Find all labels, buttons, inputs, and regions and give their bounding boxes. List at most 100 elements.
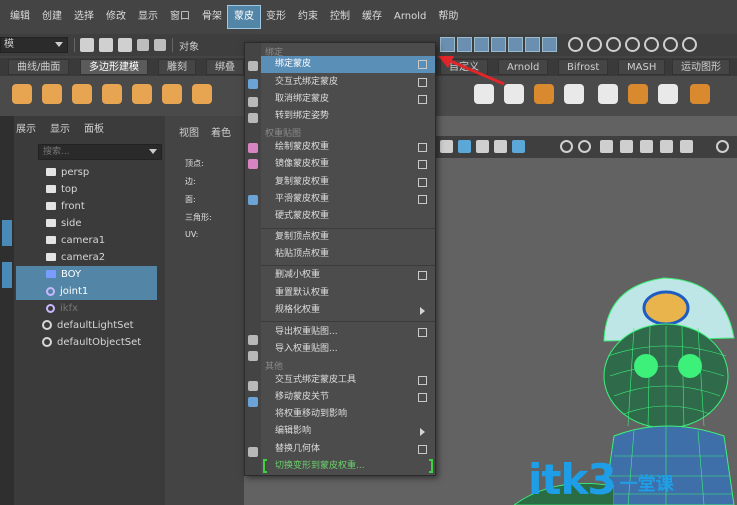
menu-item-paste-vertex-weights[interactable]: 粘贴顶点权重 — [261, 246, 435, 263]
menu-constrain[interactable]: 约束 — [292, 6, 324, 28]
viewport-menu-view[interactable]: 视图 — [179, 124, 199, 139]
antialias-icon[interactable] — [620, 140, 633, 153]
menu-skin[interactable]: 蒙皮 — [227, 5, 261, 29]
menu-item-move-weights-to-influences[interactable]: 将权重移动到影响 — [261, 406, 435, 423]
menu-item-mirror-skin-weights[interactable]: 镜像蒙皮权重 — [261, 156, 435, 173]
menu-item-interactive-bind-skin-tool[interactable]: 交互式绑定蒙皮工具 — [261, 372, 435, 389]
menu-item-reset-weights-to-default[interactable]: 重置默认权重 — [261, 285, 435, 302]
snap-live-icon[interactable] — [525, 37, 540, 52]
snap-grid-icon[interactable] — [440, 37, 455, 52]
poly-cube-icon[interactable] — [42, 84, 62, 104]
menu-item-copy-vertex-weights[interactable]: 复制顶点权重 — [261, 229, 435, 246]
option-box-icon[interactable] — [418, 271, 427, 280]
menu-skeleton[interactable]: 骨架 — [196, 6, 228, 28]
outliner-row-top[interactable]: top — [16, 181, 157, 198]
shelf-tab-rigging[interactable]: 绑叠 — [206, 59, 244, 75]
option-box-icon[interactable] — [418, 195, 427, 204]
camera-attr-icon[interactable] — [440, 140, 453, 153]
outliner-row-camera1[interactable]: camera1 — [16, 232, 157, 249]
outliner-row-persp[interactable]: persp — [16, 164, 157, 181]
open-scene-icon[interactable] — [99, 38, 113, 52]
poly-plane-icon[interactable] — [162, 84, 182, 104]
menu-deform[interactable]: 变形 — [260, 6, 292, 28]
poly-target-weld-icon[interactable] — [628, 84, 648, 104]
ambient-occlusion-icon[interactable] — [600, 140, 613, 153]
object-mode-label[interactable]: 对象 — [179, 38, 199, 53]
poly-cone-icon[interactable] — [102, 84, 122, 104]
menu-item-prune-small-weights[interactable]: 删减小权重 — [261, 267, 435, 284]
option-box-icon[interactable] — [418, 78, 427, 87]
poly-merge-icon[interactable] — [658, 84, 678, 104]
lighting-icon[interactable] — [560, 140, 573, 153]
select-tool-icon[interactable] — [2, 220, 12, 246]
option-box-icon[interactable] — [418, 95, 427, 104]
outliner-search-input[interactable]: 搜索... — [38, 144, 162, 160]
poly-bridge-icon[interactable] — [504, 84, 524, 104]
poly-bevel-icon[interactable] — [474, 84, 494, 104]
menu-item-paint-skin-weights[interactable]: 绘制蒙皮权重 — [261, 139, 435, 156]
render-icon[interactable] — [587, 37, 602, 52]
snap-curve-icon[interactable] — [457, 37, 472, 52]
ipr-render-icon[interactable] — [606, 37, 621, 52]
menu-help[interactable]: 帮助 — [432, 6, 464, 28]
menu-item-move-skinned-joints[interactable]: 移动蒙皮关节 — [261, 389, 435, 406]
move-tool-icon[interactable] — [2, 262, 12, 288]
shelf-tab-motion-graphics[interactable]: 运动图形 — [672, 59, 730, 75]
save-scene-icon[interactable] — [118, 38, 132, 52]
outliner-menu-edit[interactable]: 展示 — [16, 120, 36, 136]
poly-multi-cut-icon[interactable] — [598, 84, 618, 104]
menu-display[interactable]: 显示 — [132, 6, 164, 28]
menu-item-normalize-weights[interactable]: 规格化权重 — [261, 302, 435, 319]
wireframe-icon[interactable] — [458, 140, 471, 153]
outliner-row-front[interactable]: front — [16, 198, 157, 215]
menu-arnold[interactable]: Arnold — [388, 6, 432, 28]
menu-window[interactable]: 窗口 — [164, 6, 196, 28]
menu-item-interactive-bind-skin[interactable]: 交互式绑定蒙皮 — [261, 74, 435, 91]
outliner-row-camera2[interactable]: camera2 — [16, 249, 157, 266]
shelf-tab-bifrost[interactable]: Bifrost — [558, 59, 609, 75]
render-settings-icon[interactable] — [625, 37, 640, 52]
menu-control[interactable]: 控制 — [324, 6, 356, 28]
option-box-icon[interactable] — [418, 160, 427, 169]
option-box-icon[interactable] — [418, 376, 427, 385]
render-view-icon[interactable] — [682, 37, 697, 52]
shelf-tab-curves[interactable]: 曲线/曲面 — [8, 59, 70, 75]
light-editor-icon[interactable] — [663, 37, 678, 52]
option-box-icon[interactable] — [418, 60, 427, 69]
menu-item-hammer-skin-weights[interactable]: 硬式蒙皮权重 — [261, 208, 435, 225]
undo-icon[interactable] — [137, 39, 149, 51]
poly-combine-icon[interactable] — [192, 84, 212, 104]
poly-sphere-icon[interactable] — [12, 84, 32, 104]
menu-select[interactable]: 选择 — [68, 6, 100, 28]
outliner-row-default-light-set[interactable]: defaultLightSet — [16, 317, 157, 334]
snap-point-icon[interactable] — [474, 37, 489, 52]
mode-select[interactable]: 模 — [0, 37, 68, 53]
outliner-row-ikfx[interactable]: ikfx — [16, 300, 157, 317]
snap-pivot-icon[interactable] — [542, 37, 557, 52]
menu-item-export-weight-maps[interactable]: 导出权重贴图... — [261, 324, 435, 341]
shelf-tab-poly-modeling[interactable]: 多边形建模 — [80, 59, 148, 75]
lock-icon[interactable] — [568, 37, 583, 52]
option-box-icon[interactable] — [418, 393, 427, 402]
option-box-icon[interactable] — [418, 143, 427, 152]
snap-surface-icon[interactable] — [508, 37, 523, 52]
outliner-menu-panels[interactable]: 面板 — [84, 120, 104, 136]
option-box-icon[interactable] — [418, 178, 427, 187]
menu-edit[interactable]: 编辑 — [4, 6, 36, 28]
menu-item-smooth-skin-weights[interactable]: 平滑蒙皮权重 — [261, 191, 435, 208]
snap-view-icon[interactable] — [491, 37, 506, 52]
new-scene-icon[interactable] — [80, 38, 94, 52]
redo-icon[interactable] — [154, 39, 166, 51]
menu-item-import-weight-maps[interactable]: 导入权重贴图... — [261, 341, 435, 358]
shelf-tab-sculpting[interactable]: 雕刻 — [158, 59, 196, 75]
grid-icon[interactable] — [660, 140, 673, 153]
menu-create[interactable]: 创建 — [36, 6, 68, 28]
menu-item-go-to-bind-pose[interactable]: 转到绑定姿势 — [261, 108, 435, 125]
viewport-menu-shading[interactable]: 着色 — [211, 124, 231, 139]
outliner-menu-show[interactable]: 显示 — [50, 120, 70, 136]
hypershade-icon[interactable] — [644, 37, 659, 52]
xray-icon[interactable] — [512, 140, 525, 153]
smooth-shade-icon[interactable] — [476, 140, 489, 153]
isolate-icon[interactable] — [640, 140, 653, 153]
outliner-row-boy[interactable]: BOY — [16, 266, 157, 283]
